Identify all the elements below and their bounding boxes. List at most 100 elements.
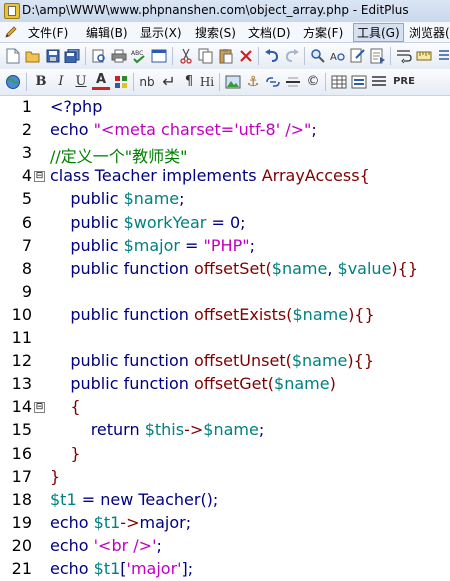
code-token: offsetSet( [194,258,272,278]
pencil-icon[interactable] [4,25,18,39]
toolbar-separator [390,47,391,65]
goto-icon[interactable] [369,47,387,65]
anchor-icon[interactable]: ⚓ [244,73,262,91]
code-line[interactable]: public function offsetExists($name){} [50,304,374,324]
code-token: } [50,466,61,486]
color-picker-icon[interactable] [112,73,130,91]
line-number: 3 [21,143,32,163]
code-line[interactable]: public function offsetGet($name) [50,374,336,393]
code-token: , [327,258,338,278]
code-line[interactable]: //定义一个"教师类" [50,143,188,167]
line-number: 12 [11,351,32,371]
fold-toggle-icon[interactable]: ⊟ [34,171,45,183]
form-icon[interactable] [350,73,368,91]
horizontal-rule-icon[interactable] [284,73,302,91]
print-icon[interactable] [110,47,128,65]
hyperlink-icon[interactable] [264,73,282,91]
copy-icon[interactable] [197,47,215,65]
code-line[interactable]: public $major = "PHP"; [50,236,255,255]
word-wrap-icon[interactable] [395,47,413,65]
svg-text:A: A [330,52,337,63]
replace-icon[interactable] [349,47,367,65]
code-token: <?php [50,97,103,116]
line-number-icon[interactable] [435,47,450,65]
line-number: 21 [11,559,32,578]
globe-icon[interactable] [4,73,22,91]
code-line[interactable]: <?php [50,97,102,116]
find-icon[interactable] [309,47,327,65]
code-token: "<meta charset='utf-8' />" [93,120,312,140]
undo-icon[interactable] [263,47,281,65]
code-token: major; [139,512,192,532]
menu-browser[interactable]: 浏览器( [409,24,450,41]
menu-edit[interactable]: 编辑(B) [86,24,128,41]
find-replace-icon[interactable]: A [329,47,347,65]
paragraph-icon[interactable]: ¶ [180,73,198,91]
copyright-icon[interactable]: © [304,73,322,91]
code-line[interactable]: echo '<br />'; [50,536,162,555]
line-number: 15 [11,420,32,440]
html-toolbar: B I U A nb ↵ ¶ Hi ⚓ © PRE [0,69,450,96]
heading-button[interactable]: Hi [198,73,216,91]
new-file-icon[interactable] [4,47,22,65]
menu-view[interactable]: 显示(X) [140,24,182,41]
code-token: $workYear [123,212,207,232]
code-token: ; [311,120,317,140]
code-token: public [50,235,124,255]
line-break-icon[interactable]: ↵ [160,73,178,91]
menu-document[interactable]: 文档(D) [248,24,291,41]
line-number: 19 [11,512,32,532]
italic-icon[interactable]: I [52,73,70,91]
code-token: public function [50,304,195,324]
code-line[interactable]: public $workYear = 0; [50,212,246,232]
code-line[interactable]: echo $t1->major; [50,513,191,532]
preformatted-button[interactable]: PRE [392,73,416,91]
redo-icon[interactable] [283,47,301,65]
line-number: 13 [11,374,32,394]
image-icon[interactable] [224,73,242,91]
code-token: $t1 [93,512,121,532]
menu-tools[interactable]: 工具(G) [353,23,404,42]
paste-icon[interactable] [217,47,235,65]
delete-icon[interactable] [237,47,255,65]
save-icon[interactable] [44,47,62,65]
cut-icon[interactable] [177,47,195,65]
spell-check-icon[interactable]: ABC [130,47,148,65]
code-line[interactable]: echo "<meta charset='utf-8' />"; [50,120,317,139]
ruler-icon[interactable] [415,47,433,65]
bold-icon[interactable]: B [32,73,50,91]
align-icon[interactable] [370,73,388,91]
line-number: 2 [21,120,32,140]
code-token: = [179,235,204,255]
underline-icon[interactable]: U [72,73,90,91]
code-line[interactable]: public function offsetSet($name, $value)… [50,259,418,278]
save-all-icon[interactable] [63,47,81,65]
menu-search[interactable]: 搜索(S) [195,24,236,41]
browser-preview-icon[interactable] [150,47,168,65]
code-line[interactable]: public function offsetUnset($name){} [50,351,374,370]
code-area[interactable]: <?php echo "<meta charset='utf-8' />"; //定… [50,96,450,581]
menu-project[interactable]: 方案(F) [303,24,343,41]
code-line[interactable]: } [50,444,80,463]
code-line[interactable]: } [50,467,60,486]
code-token: public [50,189,124,209]
code-line[interactable]: echo $t1['major']; [50,559,193,578]
code-line[interactable]: class Teacher implements ArrayAccess{ [50,166,370,185]
code-editor[interactable]: 1 2 3 4 5 6 7 8 9 10 11 12 13 14 15 16 17 18 19 20 21 ⊟ ⊟ <?ph… [0,96,450,581]
code-line[interactable]: { [50,397,80,416]
open-folder-icon[interactable] [24,47,42,65]
code-token: "PHP" [203,235,250,255]
font-color-icon[interactable]: A [92,73,110,90]
code-line[interactable]: return $this->$name; [50,420,265,439]
nbsp-button[interactable]: nb [137,73,157,91]
fold-toggle-icon[interactable]: ⊟ [34,402,45,414]
code-line[interactable]: public $name; [50,189,184,209]
code-token: ; [249,235,255,255]
line-number: 5 [21,189,32,209]
code-line[interactable]: $t1 = new Teacher(); [50,490,218,509]
print-preview-icon[interactable] [90,47,108,65]
code-token: = 0; [206,212,246,232]
code-token: $name [271,258,328,278]
table-icon[interactable] [330,73,348,91]
menu-file[interactable]: 文件(F) [28,24,68,41]
